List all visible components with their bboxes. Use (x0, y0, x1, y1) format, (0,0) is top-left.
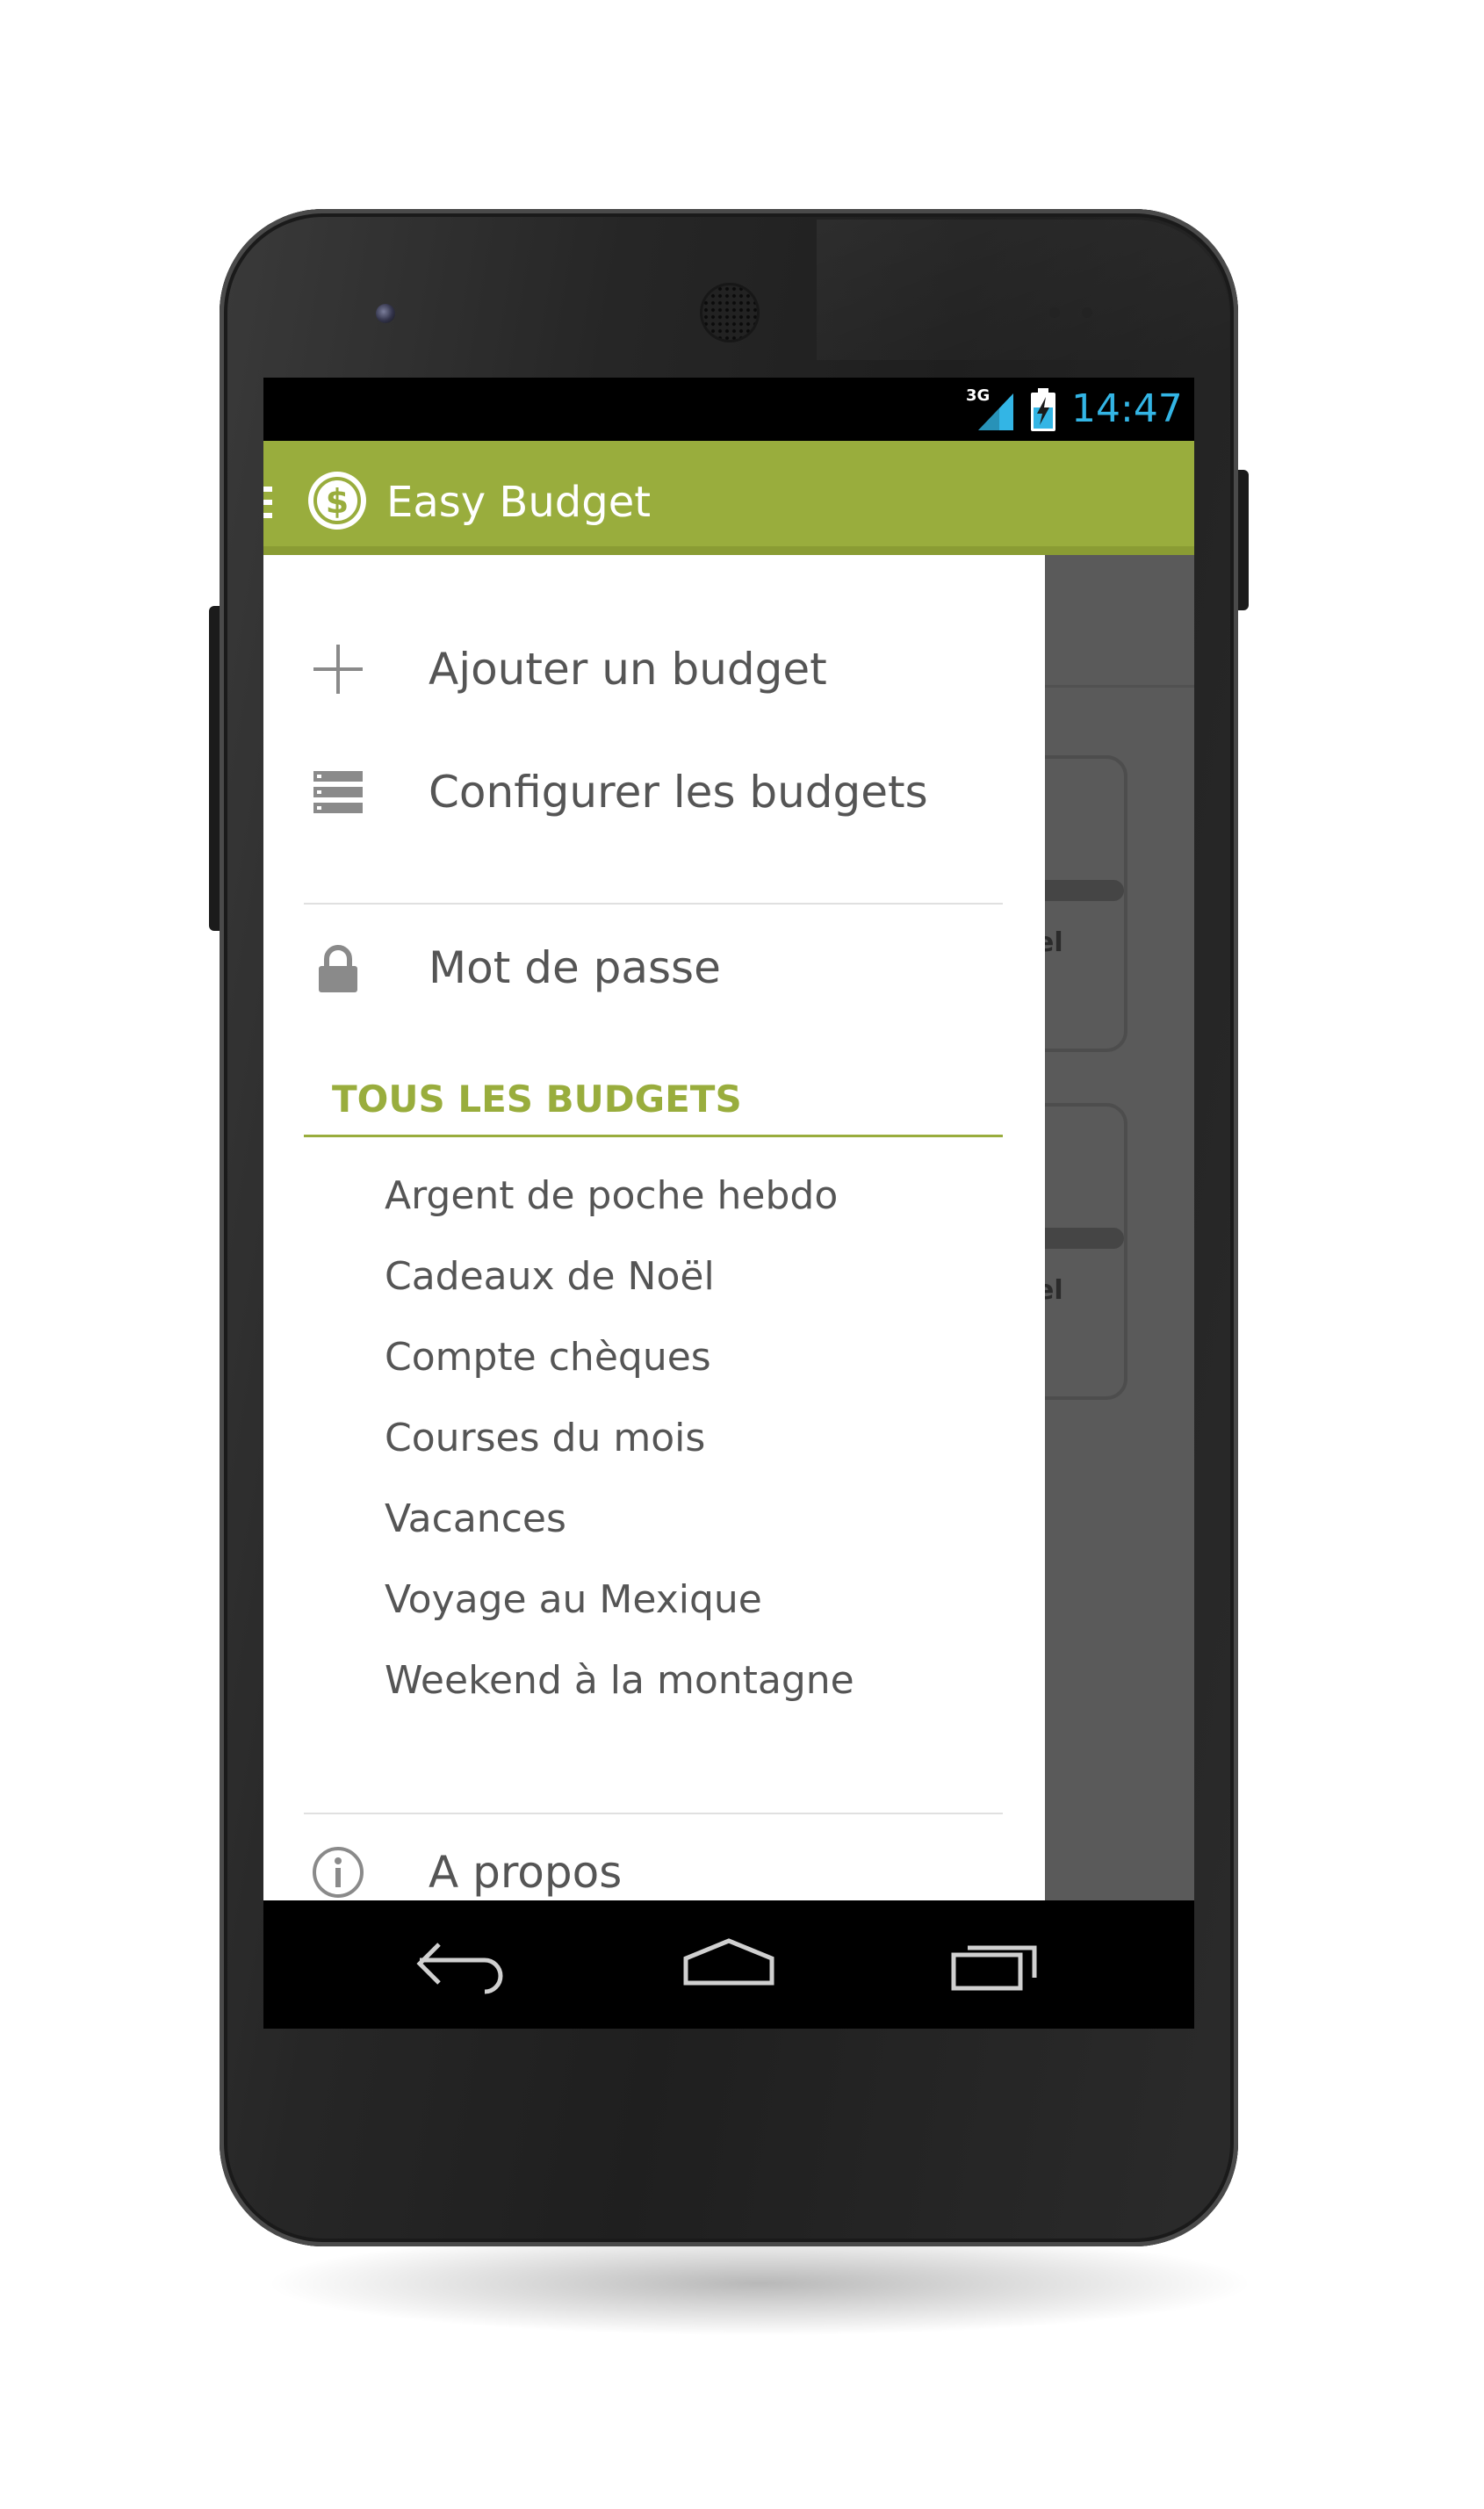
proximity-sensor (1049, 307, 1060, 318)
section-header-all-budgets: TOUS LES BUDGETS (332, 1078, 742, 1121)
configure-budgets-item[interactable]: Configurer les budgets (429, 764, 928, 820)
phone-screen: 3G 14:47 $ Easy Budget el el Ajouter un … (263, 378, 1194, 2029)
battery-charging-icon (1031, 388, 1055, 431)
budget-list-item[interactable]: Courses du mois (385, 1412, 705, 1465)
drawer-divider (304, 1813, 1003, 1814)
budget-list-item[interactable]: Cadeaux de Noël (385, 1251, 715, 1303)
budget-list-item[interactable]: Voyage au Mexique (385, 1574, 762, 1626)
action-bar: $ Easy Budget (263, 441, 1194, 555)
back-icon[interactable] (413, 1934, 509, 1995)
status-bar: 3G 14:47 (263, 378, 1194, 441)
lock-icon (319, 945, 357, 992)
content-divider (1036, 685, 1194, 688)
budget-list-item[interactable]: Argent de poche hebdo (385, 1170, 838, 1222)
status-time: 14:47 (1071, 386, 1183, 431)
dollar-coin-icon[interactable]: $ (306, 469, 369, 532)
info-icon (313, 1847, 364, 1898)
password-item[interactable]: Mot de passe (429, 940, 721, 996)
power-button (1236, 470, 1249, 610)
budget-list-item[interactable]: Weekend à la montagne (385, 1655, 854, 1707)
app-title: Easy Budget (386, 478, 652, 527)
front-camera (376, 304, 395, 323)
drawer-divider (304, 903, 1003, 905)
add-budget-item[interactable]: Ajouter un budget (429, 641, 827, 697)
system-nav-bar (263, 1900, 1194, 2029)
plus-icon (313, 645, 363, 694)
section-rule (304, 1135, 1003, 1137)
phone-shadow (263, 2231, 1256, 2336)
drawer-indicator-icon[interactable] (263, 485, 276, 520)
list-icon (313, 771, 363, 813)
about-item[interactable]: A propos (429, 1844, 622, 1900)
budget-list-item[interactable]: Compte chèques (385, 1331, 711, 1384)
light-sensor (1082, 307, 1092, 318)
phone-glare (817, 220, 1229, 360)
signal-icon (978, 393, 1013, 430)
svg-text:$: $ (326, 482, 349, 521)
earpiece-speaker (702, 285, 757, 340)
recent-apps-icon[interactable] (948, 1932, 1045, 1994)
navigation-drawer: Ajouter un budget Configurer les budgets… (263, 555, 1045, 1900)
home-icon[interactable] (681, 1936, 777, 1988)
budget-list-item[interactable]: Vacances (385, 1493, 566, 1546)
